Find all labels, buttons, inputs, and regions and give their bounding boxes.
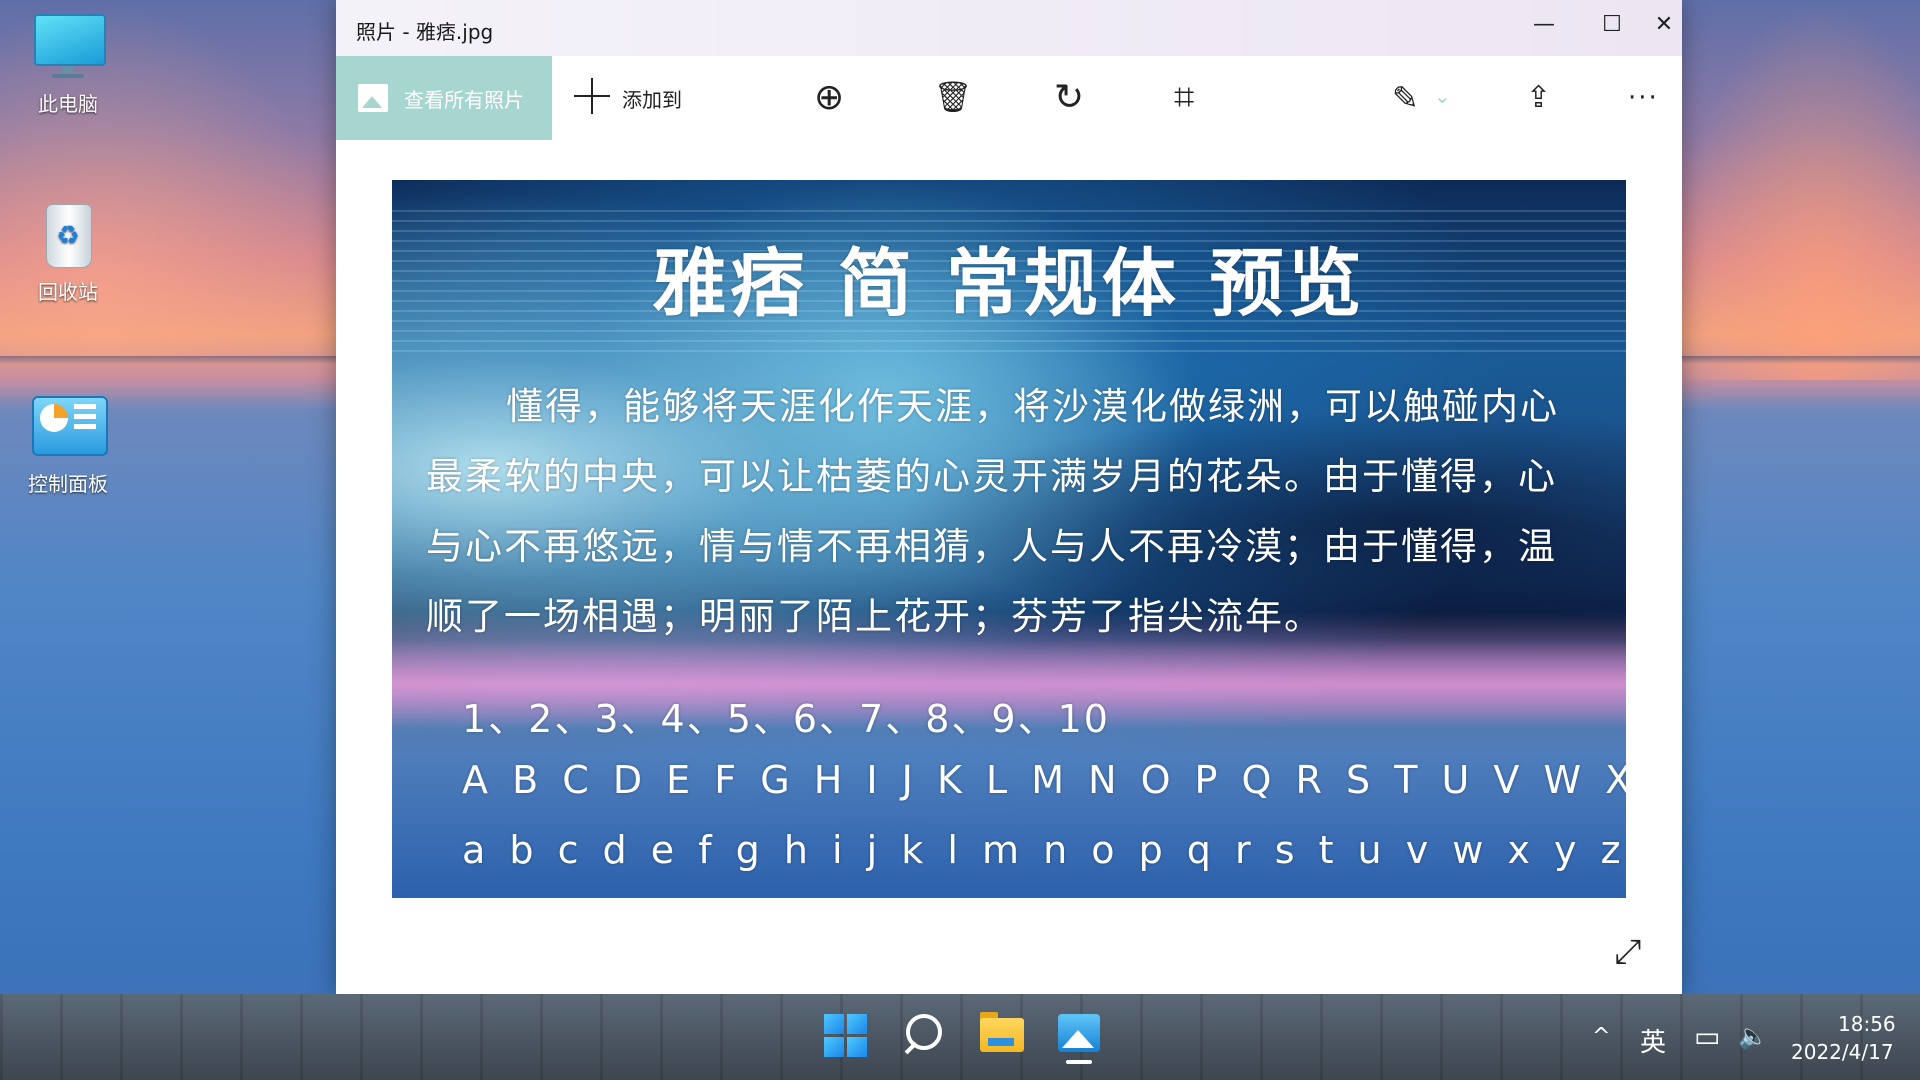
photos-taskbar-button[interactable] [1052, 1008, 1108, 1064]
wallpaper-glow-right [1670, 0, 1920, 380]
image-line-1: 懂得，能够将天涯化作天涯，将沙漠化做绿洲，可以触碰内心 [506, 385, 1559, 428]
desktop-icon-control-panel[interactable]: 控制面板 [8, 390, 128, 497]
recycle-bin-icon: ♻ [28, 198, 108, 270]
crop-icon: ⌗ [1174, 77, 1195, 118]
clock-date[interactable]: 2022/4/17 [1791, 1040, 1894, 1064]
computer-icon [28, 10, 108, 82]
file-explorer-button[interactable] [974, 1008, 1030, 1064]
image-numbers: 1、2、3、4、5、6、7、8、9、10 [462, 697, 1110, 741]
control-panel-icon [28, 390, 108, 462]
rotate-icon: ↻ [1054, 77, 1085, 118]
crop-button[interactable]: ⌗ [1168, 56, 1218, 140]
photos-icon [1052, 1008, 1108, 1064]
close-button[interactable]: ✕ [1646, 0, 1682, 50]
picture-icon [358, 84, 388, 112]
fullscreen-button[interactable]: ⤢ [1610, 934, 1646, 970]
rotate-button[interactable]: ↻ [1048, 56, 1098, 140]
trash-icon: 🗑 [934, 80, 973, 115]
chevron-down-icon: ⌄ [1434, 84, 1451, 108]
toolbar: 查看所有照片 添加到 ⊕ 🗑 ↻ ⌗ ✎ ⌄ ⇪ ··· [336, 56, 1682, 140]
image-title: 雅痞 简 常规体 预览 [652, 241, 1366, 327]
taskbar: ^ 英 ▭ 🔈 [0, 994, 1920, 1080]
edit-button[interactable]: ✎ ⌄ [1388, 56, 1458, 140]
desktop-icon-label: 回收站 [38, 280, 98, 304]
zoom-in-icon: ⊕ [814, 77, 845, 118]
desktop-icon-this-pc[interactable]: 此电脑 [8, 10, 128, 117]
search-button[interactable] [896, 1008, 952, 1064]
search-icon [896, 1008, 952, 1064]
minimize-button[interactable]: — [1510, 0, 1578, 50]
plus-icon [574, 78, 610, 114]
more-options-button[interactable]: ··· [1622, 56, 1672, 140]
desktop: 此电脑 ♻ 回收站 控制面板 照片 - 雅痞.jpg — ☐ ✕ 查看所有照片 [0, 0, 1920, 1080]
show-hidden-icons-chevron[interactable]: ^ [1592, 1024, 1610, 1049]
clock-time[interactable]: 18:56 [1838, 1012, 1896, 1036]
share-button[interactable]: ⇪ [1518, 56, 1568, 140]
photo-viewer-image[interactable]: 雅痞 简 常规体 预览 懂得，能够将天涯化作天涯，将沙漠化做绿洲，可以触碰内心 … [392, 180, 1626, 898]
delete-button[interactable]: 🗑 [928, 56, 978, 140]
photos-window: 照片 - 雅痞.jpg — ☐ ✕ 查看所有照片 添加到 ⊕ 🗑 ↻ ⌗ ✎ ⌄… [336, 0, 1682, 994]
image-line-2: 最柔软的中央，可以让枯萎的心灵开满岁月的花朵。由于懂得，心 [426, 455, 1557, 498]
image-line-3: 与心不再悠远，情与情不再相猜，人与人不再冷漠；由于懂得，温 [426, 525, 1557, 568]
input-method-indicator[interactable]: 英 [1640, 1022, 1666, 1059]
title-bar[interactable]: 照片 - 雅痞.jpg — ☐ ✕ [336, 0, 1682, 56]
see-all-photos-label: 查看所有照片 [404, 88, 524, 112]
desktop-icon-label: 控制面板 [28, 472, 108, 496]
add-to-button[interactable]: 添加到 [574, 56, 714, 140]
volume-icon[interactable]: 🔈 [1738, 1022, 1768, 1050]
window-title: 照片 - 雅痞.jpg [356, 20, 494, 44]
active-app-indicator [1066, 1060, 1092, 1064]
share-icon: ⇪ [1526, 80, 1552, 115]
start-button[interactable] [818, 1008, 874, 1064]
image-line-4: 顺了一场相遇；明丽了陌上花开；芬芳了指尖流年。 [426, 595, 1323, 638]
more-icon: ··· [1628, 83, 1659, 113]
desktop-icon-recycle-bin[interactable]: ♻ 回收站 [8, 198, 128, 305]
add-to-label: 添加到 [622, 88, 682, 112]
see-all-photos-button[interactable]: 查看所有照片 [336, 56, 552, 140]
image-uppercase: A B C D E F G H I J K L M N O P Q R S T … [462, 758, 1626, 802]
maximize-button[interactable]: ☐ [1578, 0, 1646, 50]
file-explorer-icon [974, 1008, 1030, 1064]
zoom-button[interactable]: ⊕ [808, 56, 858, 140]
start-icon [824, 1014, 868, 1058]
desktop-icon-label: 此电脑 [38, 92, 98, 116]
image-lowercase: a b c d e f g h i j k l m n o p q r s t … [462, 828, 1626, 872]
network-icon[interactable]: ▭ [1694, 1020, 1720, 1053]
edit-icon: ✎ [1392, 79, 1419, 117]
